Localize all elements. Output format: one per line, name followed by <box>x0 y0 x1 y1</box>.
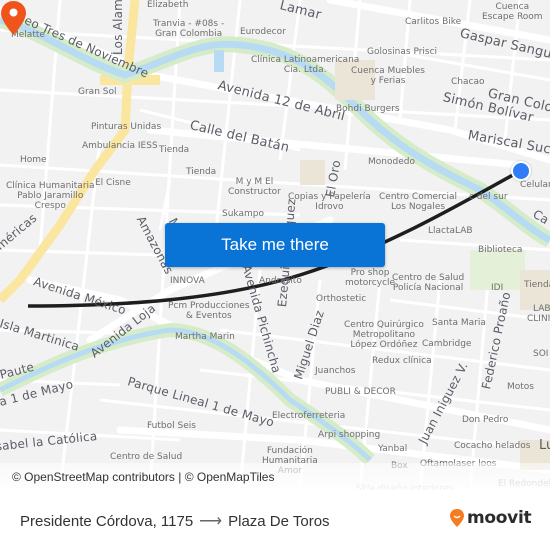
poi-pcm: Pcm Producciones & Eventos <box>168 301 250 321</box>
poi-cuenca-muebles: Cuenca Muebles y Ferias <box>351 66 425 86</box>
poi-cuenca-escape: Cuenca Escape Room <box>482 2 543 22</box>
poi-bohdi: Bohdi Burgers <box>336 104 400 114</box>
poi-clinica-latino: Clínica Latinoamericana Cia. Ltda. <box>251 55 360 75</box>
poi-don-pedro: Don Pedro <box>462 415 509 425</box>
poi-centro-salud: Centro de Salud <box>110 452 183 462</box>
poi-publi-decor: PUBLI & DECOR <box>325 387 396 397</box>
poi-tranvia: Tranvia - #08s - Gran Colombia <box>153 19 225 39</box>
poi-gran-sol: Gran Sol <box>78 87 117 97</box>
poi-lab-clinic: LAB CLINIC <box>527 304 550 324</box>
poi-centro-quirurgico: Centro Quirúrgico Metropolitano López Or… <box>344 320 424 350</box>
poi-futbol-seis: Futbol Seis <box>147 421 196 431</box>
poi-eurodecor: Eurodecor <box>240 27 286 37</box>
take-me-there-label: Take me there <box>221 235 329 254</box>
poi-santa-maria: Santa Maria <box>432 318 486 328</box>
poi-andresito: Andresito <box>259 276 302 286</box>
footer-bar: Presidente Córdova, 1175 ⟶ Plaza De Toro… <box>0 490 550 550</box>
poi-cambridge: Cambridge <box>422 339 472 349</box>
poi-elizabeth: Elizabeth <box>147 0 189 10</box>
poi-motos: Motos <box>507 382 534 392</box>
street-label-los-alamos: Los Alamos <box>111 0 125 55</box>
map-attribution: © OpenStreetMap contributors | © OpenMap… <box>0 463 550 490</box>
poi-cocacho: Cocacho helados <box>454 441 531 451</box>
moovit-pin-icon <box>450 509 464 527</box>
poi-golosinas: Golosinas Prisci <box>367 47 438 57</box>
destination-name: Plaza De Toros <box>228 512 330 530</box>
poi-monodedo: Monodedo <box>368 157 415 167</box>
poi-tienda-3: Tienda <box>524 280 550 290</box>
poi-centro-comercial: Centro Comercial Los Nogales <box>379 192 457 212</box>
poi-centro-salud-policia: Centro de Salud Policía Nacional <box>392 273 465 293</box>
poi-orthostetic: Orthostetic <box>316 294 367 304</box>
poi-sukampo: Sukampo <box>222 209 264 219</box>
poi-llactalab: LlactaLAB <box>428 226 473 236</box>
poi-copias: Copias y Papelería Idrovo <box>288 192 371 212</box>
poi-yanbal: Yanbal <box>378 444 408 454</box>
poi-pinturas: Pinturas Unidas <box>91 122 162 132</box>
poi-clinica-humanitaria: Clínica Humanitaria Pablo Jaramillo Cres… <box>6 181 95 211</box>
arrow-right-icon: ⟶ <box>199 513 223 530</box>
poi-home: Home <box>20 155 47 165</box>
landuse-area <box>300 160 325 185</box>
attribution-text[interactable]: © OpenStreetMap contributors | © OpenMap… <box>12 470 274 484</box>
poi-cdel-sur: c del sur <box>469 192 508 202</box>
poi-tienda-2: Tienda <box>186 167 217 177</box>
moovit-logo-text: moovit <box>467 508 532 528</box>
origin-pin-icon[interactable] <box>0 0 27 36</box>
moovit-logo[interactable]: moovit <box>449 508 532 528</box>
poi-innova: INNOVA <box>170 276 205 286</box>
poi-celular: Celular <box>520 180 550 190</box>
poi-soi: SOI <box>533 349 549 359</box>
poi-martha-marin: Martha Marin <box>175 332 235 342</box>
poi-arpi: Arpi shopping <box>318 430 381 440</box>
poi-lu: Lu <box>539 438 550 453</box>
route-summary: Presidente Córdova, 1175 ⟶ Plaza De Toro… <box>20 511 330 531</box>
poi-juanchos: Juanchos <box>315 366 356 376</box>
poi-carlitos-bike: Carlitos Bike <box>405 17 462 27</box>
poi-ambulancia: Ambulancia IESS <box>82 141 158 151</box>
take-me-there-button[interactable]: Take me there <box>165 223 385 267</box>
poi-biblioteca: Biblioteca <box>478 245 523 255</box>
poi-idi: IDI <box>491 283 504 293</box>
pond <box>214 50 224 72</box>
poi-tienda-1: Tienda <box>159 145 190 155</box>
poi-pro-shop: Pro shop motorcycle <box>345 268 396 288</box>
origin-name: Presidente Córdova, 1175 <box>20 512 194 530</box>
poi-el-cisne: El Cisne <box>95 178 131 188</box>
poi-electroferreteria: Electroferreteria <box>272 411 346 421</box>
poi-chacao: Chacao <box>451 77 485 87</box>
destination-marker-icon[interactable] <box>511 161 531 181</box>
poi-myme: M y M El Constructor <box>228 177 281 197</box>
map-view[interactable]: Paseo Tres de Noviembre Los Alamos Aveni… <box>0 0 550 490</box>
poi-redux: Redux clínica <box>372 356 432 366</box>
